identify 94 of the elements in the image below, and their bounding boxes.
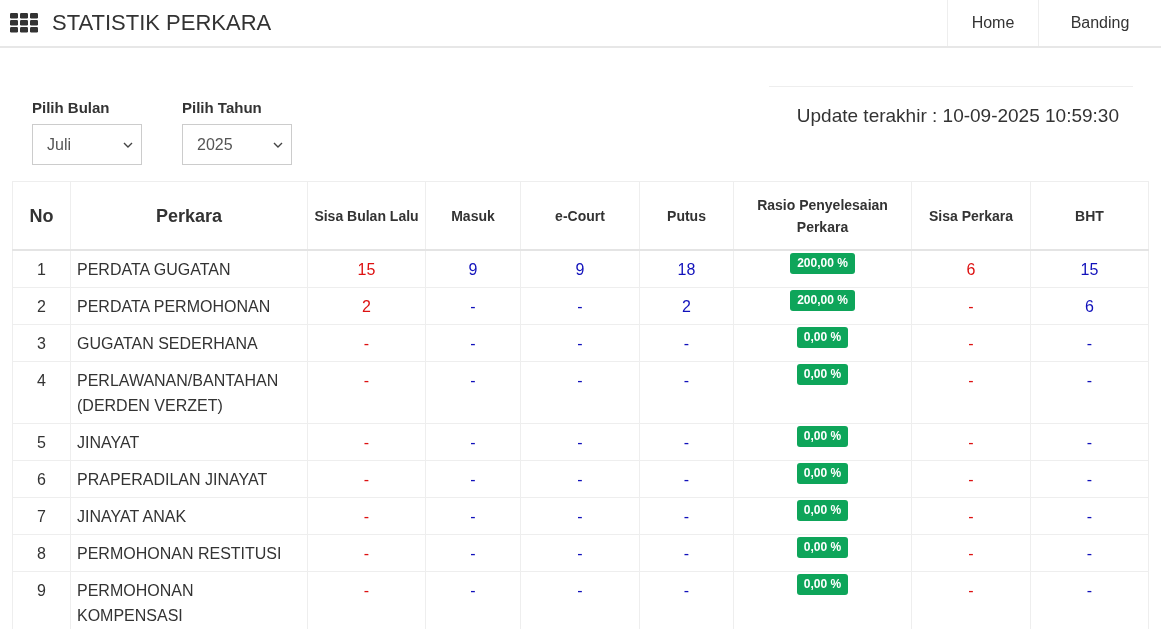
filter-label: Pilih Tahun (182, 99, 263, 116)
table-cell: JINAYAT (70, 423, 308, 461)
table-cell: - (639, 534, 734, 572)
table-cell: - (911, 497, 1031, 535)
table-cell: 8 (12, 534, 71, 572)
chevron-down-icon (123, 141, 133, 148)
filter-label: Pilih Bulan (32, 99, 111, 116)
table-cell: - (307, 534, 426, 572)
table-cell: 9 (425, 250, 521, 288)
table-cell: 9 (520, 250, 640, 288)
table-cell: 18 (639, 250, 734, 288)
table-cell: PRAPERADILAN JINAYAT (70, 460, 308, 498)
table-cell: 7 (12, 497, 71, 535)
ratio-badge: 0,00 % (796, 500, 849, 521)
column-header: Putus (639, 181, 734, 250)
table-cell: 3 (12, 324, 71, 362)
table-cell: - (1030, 460, 1149, 498)
table-cell: - (911, 324, 1031, 362)
table-cell: - (425, 460, 521, 498)
table-cell: 15 (1030, 250, 1149, 288)
ratio-badge: 0,00 % (796, 574, 849, 595)
table-cell: 2 (307, 287, 426, 325)
table-cell: - (639, 497, 734, 535)
last-update-text: Update terakhir : 10-09-2025 10:59:30 (796, 105, 1120, 127)
table-cell: PERLAWANAN/BANTAHAN (DERDEN VERZET) (70, 361, 308, 424)
ratio-badge: 0,00 % (796, 537, 849, 558)
table-cell: 5 (12, 423, 71, 461)
column-header: No (12, 181, 71, 250)
table-cell: - (425, 534, 521, 572)
table-cell: PERDATA PERMOHONAN (70, 287, 308, 325)
ratio-badge: 0,00 % (796, 364, 849, 385)
table-cell: - (307, 361, 426, 424)
table-cell: - (520, 534, 640, 572)
table-cell: - (425, 324, 521, 362)
table-cell: - (520, 324, 640, 362)
column-header: Masuk (425, 181, 521, 250)
nav-link[interactable]: Banding (1038, 0, 1161, 46)
table-cell: - (1030, 361, 1149, 424)
table-cell: - (1030, 423, 1149, 461)
table-cell: - (520, 287, 640, 325)
column-header: Perkara (70, 181, 308, 250)
column-header: Sisa Bulan Lalu (307, 181, 426, 250)
table-cell: - (520, 460, 640, 498)
column-header: e-Court (520, 181, 640, 250)
ratio-badge: 0,00 % (796, 327, 849, 348)
table-cell: - (639, 460, 734, 498)
ratio-badge: 0,00 % (796, 463, 849, 484)
table-cell: - (307, 324, 426, 362)
table-cell: 6 (911, 250, 1031, 288)
table-cell: JINAYAT ANAK (70, 497, 308, 535)
table-cell: 2 (639, 287, 734, 325)
chevron-down-icon (273, 141, 283, 148)
column-header: BHT (1030, 181, 1149, 250)
table-cell: - (307, 497, 426, 535)
table-cell: - (911, 423, 1031, 461)
table-cell: PERMOHONAN RESTITUSI (70, 534, 308, 572)
table-cell: - (639, 361, 734, 424)
select-dropdown[interactable]: Juli (32, 124, 142, 165)
table-cell: - (425, 361, 521, 424)
table-cell: PERDATA GUGATAN (70, 250, 308, 288)
column-header: Sisa Perkara (911, 181, 1031, 250)
nav-link[interactable]: Home (947, 0, 1038, 46)
table-cell: - (307, 423, 426, 461)
table-cell: - (520, 423, 640, 461)
grid-icon (10, 13, 38, 33)
table-cell: 6 (1030, 287, 1149, 325)
table-cell: - (520, 361, 640, 424)
table-cell: 2 (12, 287, 71, 325)
ratio-badge: 200,00 % (790, 253, 855, 274)
table-cell: - (425, 423, 521, 461)
table-cell: - (911, 534, 1031, 572)
table-cell: - (425, 287, 521, 325)
select-dropdown[interactable]: 2025 (182, 124, 292, 165)
table-cell: 15 (307, 250, 426, 288)
table-cell: - (911, 361, 1031, 424)
table-cell: 1 (12, 250, 71, 288)
table-cell: 4 (12, 361, 71, 424)
ratio-badge: 200,00 % (790, 290, 855, 311)
table-cell: - (1030, 497, 1149, 535)
table-cell: - (639, 423, 734, 461)
table-cell: - (911, 287, 1031, 325)
page-title: STATISTIK PERKARA (52, 10, 272, 36)
table-cell: - (425, 497, 521, 535)
column-header: Rasio Penyelesaian Perkara (733, 181, 912, 250)
ratio-badge: 0,00 % (796, 426, 849, 447)
table-cell: - (911, 460, 1031, 498)
table-cell: - (1030, 324, 1149, 362)
table-cell: - (1030, 534, 1149, 572)
table-cell: 6 (12, 460, 71, 498)
table-cell: - (639, 324, 734, 362)
table-cell: GUGATAN SEDERHANA (70, 324, 308, 362)
table-cell: - (307, 460, 426, 498)
table-cell: - (520, 497, 640, 535)
table-cell: 9 (12, 571, 71, 629)
